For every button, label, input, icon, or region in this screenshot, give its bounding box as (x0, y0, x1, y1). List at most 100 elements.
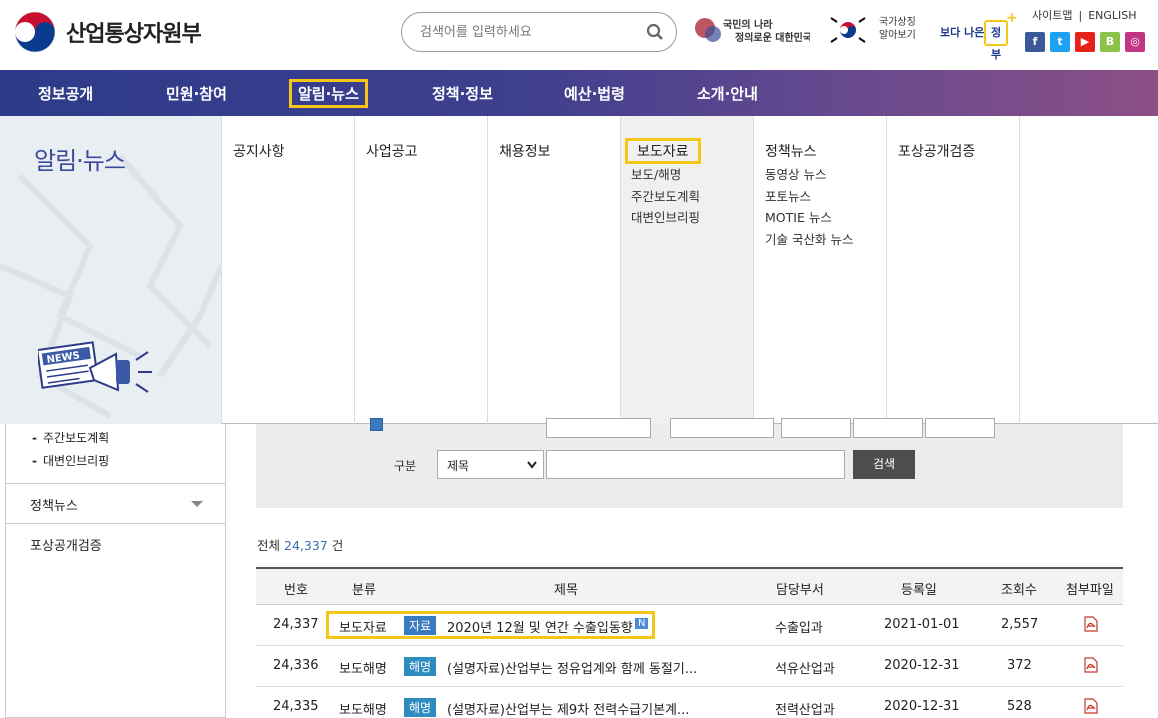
government-emblem-icon[interactable] (13, 10, 57, 54)
mega-column-4: 보도자료 보도/해명주간보도계획대변인브리핑 (620, 116, 753, 424)
row-number: 24,337 (273, 617, 319, 632)
chevron-down-icon (527, 461, 537, 469)
total-prefix: 전체 (257, 538, 281, 553)
better-government-logo[interactable]: 보다 나은 정부 + (940, 10, 1018, 61)
start-date-input[interactable] (546, 418, 651, 438)
search-form: 구분 제목 검색 (256, 418, 1123, 508)
total-count: 전체 24,337 건 (257, 535, 343, 554)
mega-column-head-2[interactable]: 사업공고 (366, 141, 418, 161)
type-select-value: 제목 (447, 459, 470, 473)
gnb-item-4[interactable]: 정책·정보 (432, 83, 493, 104)
row-category: 보도해명 (339, 703, 387, 718)
keyword-input[interactable] (546, 450, 845, 479)
mega-sub-item[interactable]: MOTIE 뉴스 (765, 207, 832, 226)
mega-sub-item[interactable]: 주간보도계획 (631, 186, 700, 205)
chevron-down-icon[interactable] (191, 501, 203, 507)
gnb-item-2[interactable]: 민원·참여 (166, 83, 227, 104)
pdf-icon[interactable] (1084, 657, 1098, 673)
mega-column-head-4[interactable]: 보도자료 (625, 138, 701, 164)
row-title-link[interactable]: (설명자료)산업부는 정유업계와 함께 동절기... (447, 658, 697, 677)
sidebar-sub-item[interactable]: - 주간보도계획 (32, 429, 109, 446)
search-button[interactable]: 검색 (853, 450, 915, 479)
mega-column-2: 사업공고 (354, 116, 487, 424)
search-icon[interactable] (646, 23, 664, 41)
mega-column-head-5[interactable]: 정책뉴스 (765, 141, 817, 161)
row-views: 528 (1007, 699, 1032, 714)
sidebar-item-2[interactable]: 포상공개검증 (6, 523, 225, 563)
row-views: 372 (1007, 658, 1032, 673)
pdf-icon[interactable] (1084, 698, 1098, 714)
gnb-item-3[interactable]: 알림·뉴스 (289, 79, 368, 108)
gov-logo-line1: 보다 나은 (940, 26, 985, 39)
bullet-dash: - (32, 454, 37, 468)
category-badge: 해명 (404, 657, 437, 676)
date-checkbox[interactable] (370, 418, 383, 431)
mega-sub-item[interactable]: 기술 국산화 뉴스 (765, 229, 853, 248)
period-button-2[interactable] (853, 418, 923, 438)
instagram-icon[interactable]: ◎ (1125, 32, 1145, 52)
mega-column-head-3[interactable]: 채용정보 (499, 141, 551, 161)
gnb-item-1[interactable]: 정보공개 (38, 83, 93, 104)
plus-icon: + (1006, 10, 1018, 26)
top-utility-links: 사이트맵 | ENGLISH (1029, 7, 1140, 23)
row-department: 수출입과 (775, 621, 823, 636)
bullet-dash: - (32, 431, 37, 445)
mega-column-empty (1019, 116, 1158, 424)
blog-icon[interactable]: B (1100, 32, 1120, 52)
period-button-3[interactable] (925, 418, 995, 438)
global-navigation-bar: 정보공개 민원·참여 알림·뉴스 정책·정보 예산·법령 소개·안내 (0, 70, 1158, 116)
column-header: 제목 (554, 583, 578, 598)
column-header: 조회수 (1001, 583, 1037, 598)
page-root: 산업통상자원부 국민의 나라 정의로운 대한민국 국가상징 알아보기 (0, 0, 1158, 718)
table-row[interactable]: 24,335 보도해명 해명 (설명자료)산업부는 제9차 전력수급기본계... 전력산… (256, 687, 1123, 718)
flag-text-line2: 알아보기 (879, 30, 916, 41)
sidebar-item-1[interactable]: 정책뉴스 (6, 483, 225, 523)
end-date-input[interactable] (670, 418, 774, 438)
sidebar-sub-label: 주간보도계획 (42, 431, 110, 445)
row-views: 2,557 (1001, 617, 1039, 632)
mega-column-head-1[interactable]: 공지사항 (233, 141, 285, 161)
table-row[interactable]: 24,337 보도자료 자료 2020년 12월 및 연간 수출입동향 N 수출입과 202… (256, 605, 1123, 646)
gnb-item-6[interactable]: 소개·안내 (697, 83, 758, 104)
mega-sub-item[interactable]: 보도/해명 (631, 164, 681, 183)
row-number: 24,335 (273, 699, 319, 714)
mega-column-1: 공지사항 (221, 116, 354, 424)
mega-column-head-6[interactable]: 포상공개검증 (898, 141, 975, 161)
youtube-icon[interactable]: ▶ (1075, 32, 1095, 52)
search-box (401, 12, 677, 52)
sidebar-item-label: 포상공개검증 (30, 539, 102, 554)
ministry-logo-text[interactable]: 산업통상자원부 (66, 16, 202, 48)
type-select[interactable]: 제목 (437, 450, 544, 479)
column-header: 등록일 (901, 583, 937, 598)
facebook-icon[interactable]: f (1025, 32, 1045, 52)
twitter-icon[interactable]: t (1050, 32, 1070, 52)
mega-sub-item[interactable]: 포토뉴스 (765, 186, 811, 205)
pdf-icon[interactable] (1084, 616, 1098, 632)
mega-column-3: 채용정보 (487, 116, 620, 424)
sidebar-item-label: 정책뉴스 (30, 499, 78, 514)
sitemap-link[interactable]: 사이트맵 (1032, 9, 1072, 22)
search-input[interactable] (420, 22, 640, 42)
taegukgi-flag-icon[interactable] (828, 13, 868, 47)
period-button-1[interactable] (781, 418, 851, 438)
gov-logo-line2: 정부 (984, 20, 1008, 61)
english-link[interactable]: ENGLISH (1088, 9, 1136, 22)
row-date: 2021-01-01 (884, 617, 960, 632)
total-number: 24,337 (284, 538, 328, 553)
mega-sub-item[interactable]: 대변인브리핑 (631, 207, 700, 226)
svg-text:국민의 나라: 국민의 나라 (723, 18, 773, 31)
table-row[interactable]: 24,336 보도해명 해명 (설명자료)산업부는 정유업계와 함께 동절기... 석유… (256, 646, 1123, 687)
mega-sub-item[interactable]: 동영상 뉴스 (765, 164, 826, 183)
row-title-link[interactable]: (설명자료)산업부는 제9차 전력수급기본계... (447, 699, 689, 718)
svg-text:정의로운 대한민국: 정의로운 대한민국 (735, 31, 810, 44)
gnb-item-5[interactable]: 예산·법령 (564, 83, 625, 104)
mega-column-6: 포상공개검증 (886, 116, 1019, 424)
national-symbols-link[interactable]: 국가상징 알아보기 (879, 16, 916, 42)
national-slogan-banner[interactable]: 국민의 나라 정의로운 대한민국 (693, 12, 812, 48)
row-number: 24,336 (273, 658, 319, 673)
sidebar-sub-item[interactable]: - 대변인브리핑 (32, 452, 109, 469)
table-header: 번호 분류 제목 담당부서 등록일 조회수 첨부파일 (256, 567, 1123, 605)
column-header: 담당부서 (776, 583, 824, 598)
category-badge: 해명 (404, 698, 437, 717)
type-label: 구분 (394, 459, 417, 473)
